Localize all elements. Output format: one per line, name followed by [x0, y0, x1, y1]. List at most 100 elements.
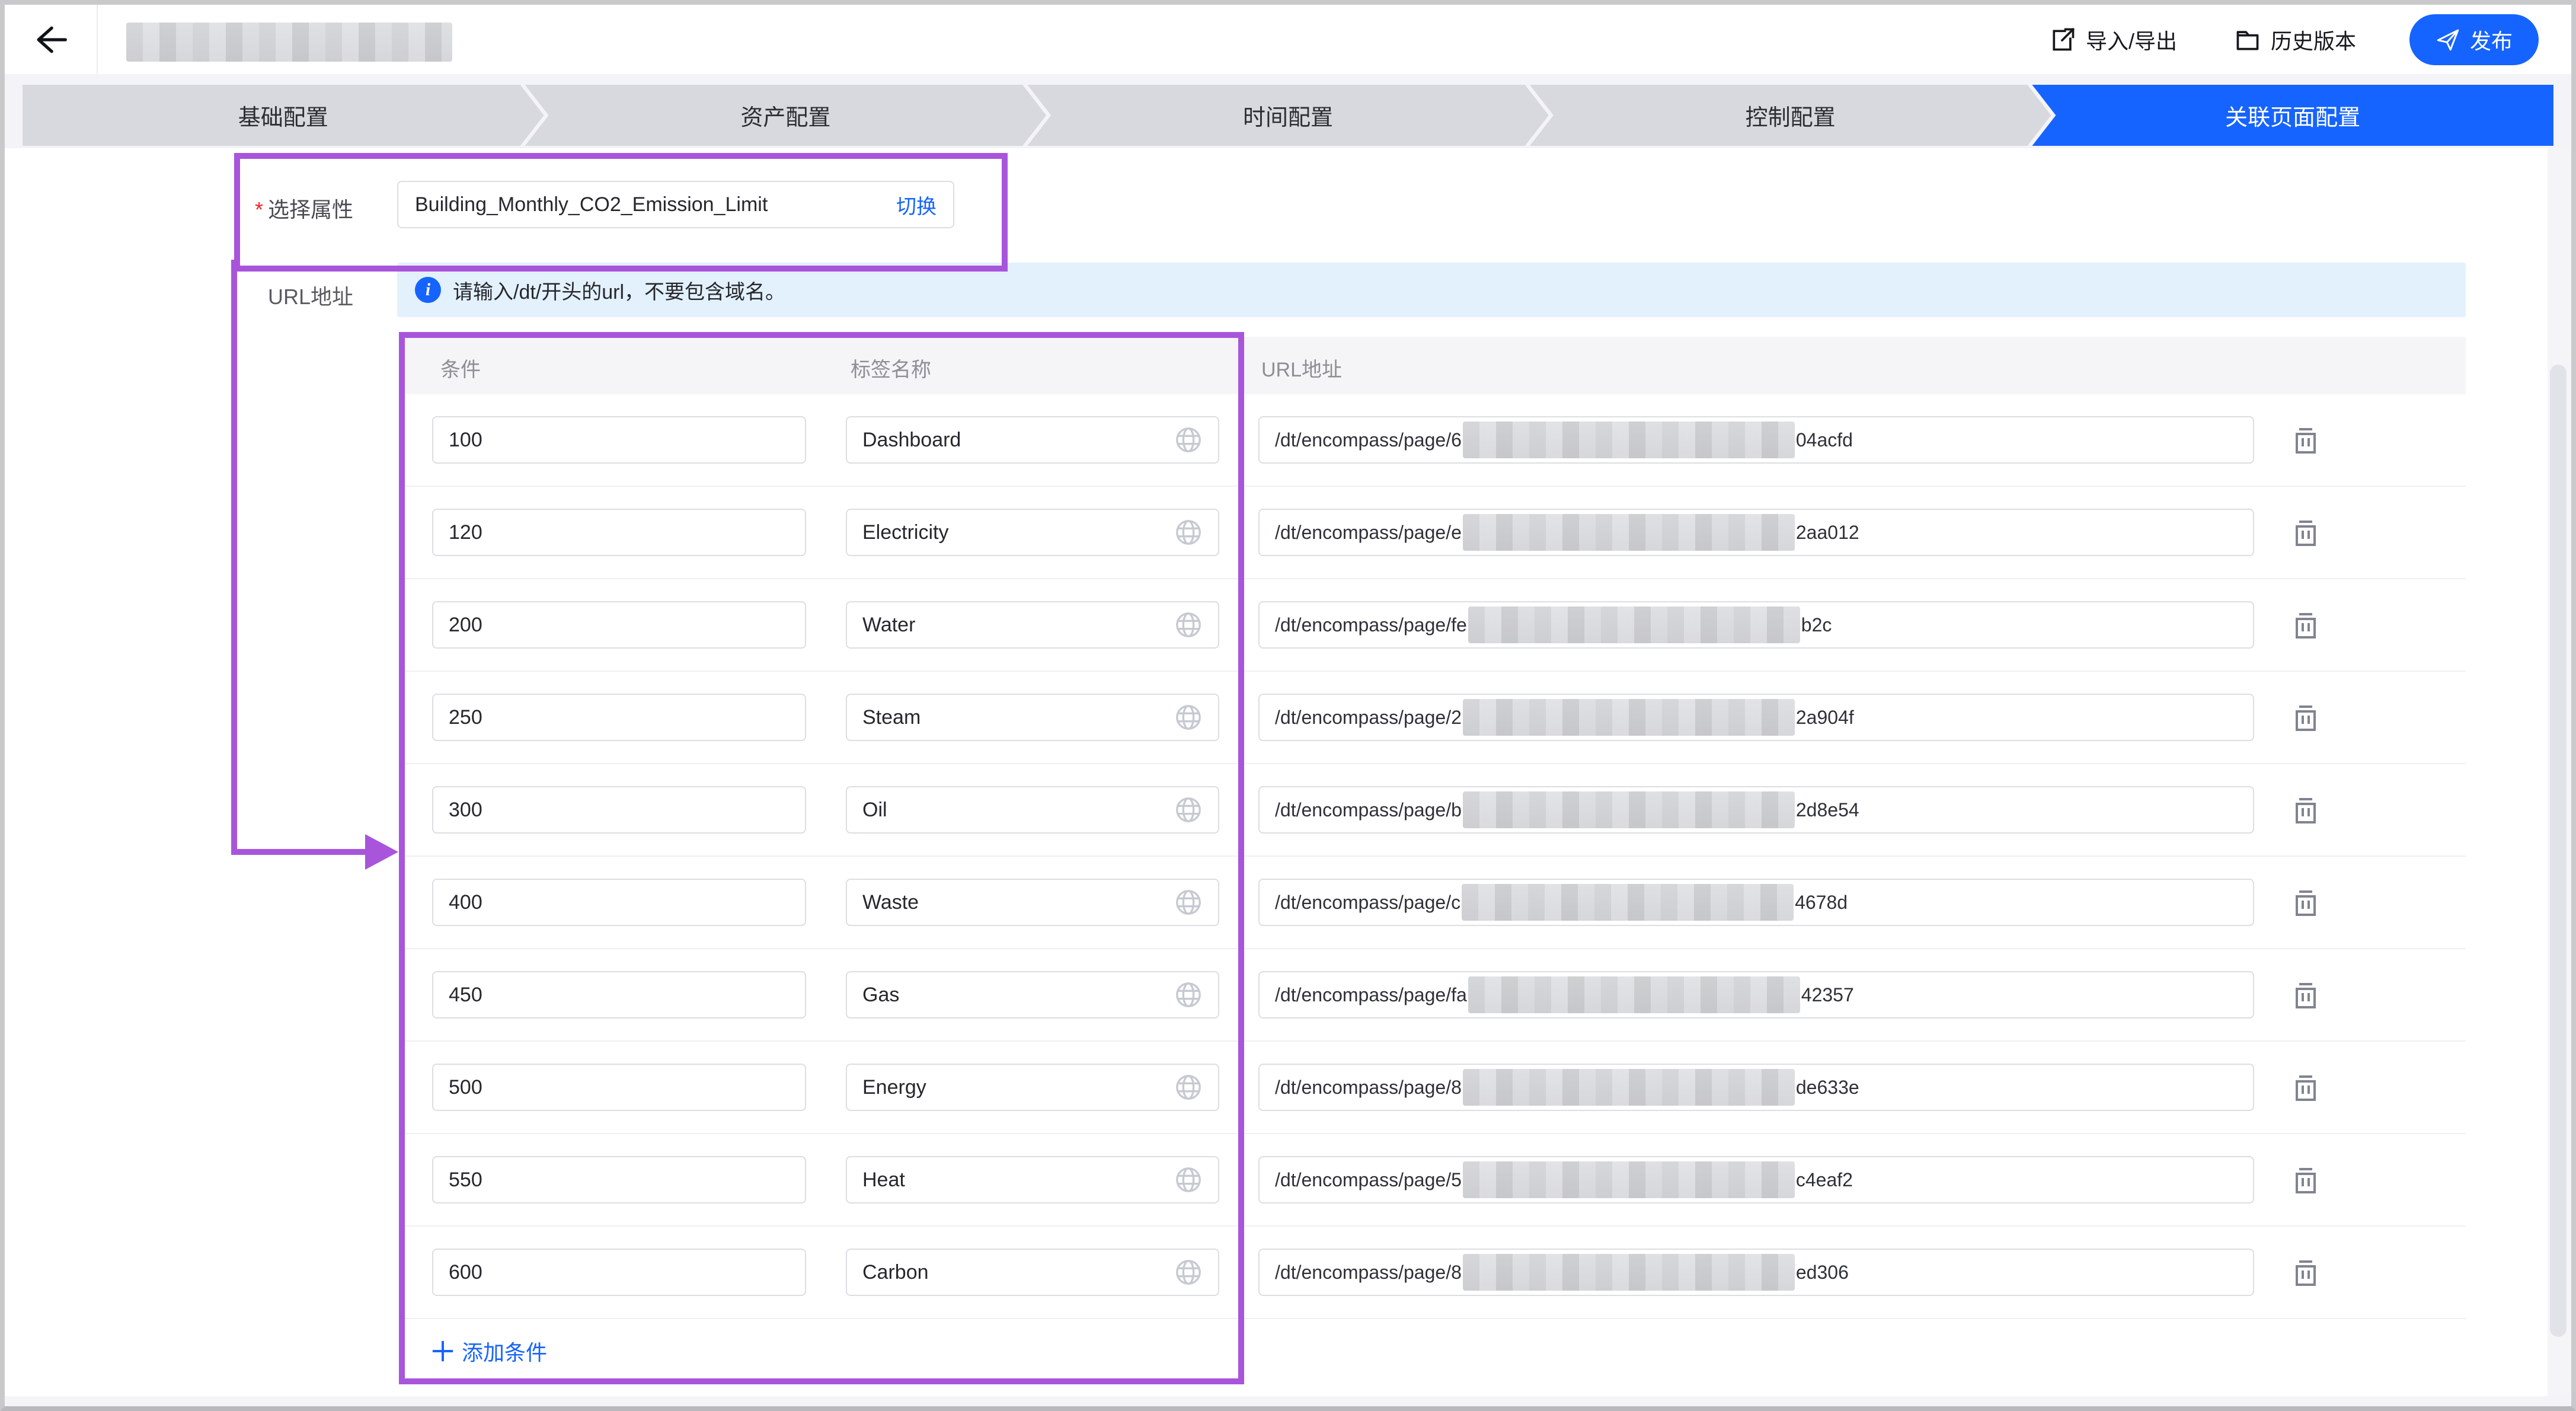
url-suffix: ed306 — [1796, 1262, 1849, 1284]
url-prefix: /dt/encompass/page/6 — [1275, 429, 1462, 451]
label-name-input[interactable]: Steam — [846, 694, 1219, 741]
history-versions-button[interactable]: 历史版本 — [2230, 24, 2360, 56]
globe-icon — [1174, 703, 1203, 732]
url-input[interactable]: /dt/encompass/page/b 2d8e54 — [1258, 786, 2254, 834]
condition-input[interactable]: 200 — [432, 601, 806, 649]
attribute-value: Building_Monthly_CO2_Emission_Limit — [415, 193, 768, 216]
delete-row-button[interactable] — [2290, 609, 2322, 643]
condition-input[interactable]: 500 — [432, 1064, 806, 1111]
label-name-input[interactable]: Gas — [846, 971, 1219, 1019]
url-prefix: /dt/encompass/page/b — [1275, 799, 1462, 821]
trash-icon — [2291, 1072, 2321, 1104]
condition-value: 500 — [449, 1076, 482, 1099]
import-export-label: 导入/导出 — [2086, 24, 2177, 55]
table-row: 200 Water /dt/encompass/page/fe b2c — [399, 579, 2466, 672]
redacted-url-segment — [1463, 422, 1795, 458]
url-prefix: /dt/encompass/page/5 — [1275, 1169, 1462, 1191]
tab-asset-config[interactable]: 资产配置 — [525, 85, 1047, 146]
trash-icon — [2291, 1165, 2321, 1197]
condition-value: 120 — [449, 521, 482, 544]
url-input[interactable]: /dt/encompass/page/fa 42357 — [1258, 971, 2254, 1019]
required-marker: * — [255, 197, 263, 222]
label-name-input[interactable]: Water — [846, 601, 1219, 649]
condition-input[interactable]: 300 — [432, 786, 806, 834]
label-value: Waste — [862, 891, 919, 914]
import-export-button[interactable]: 导入/导出 — [2046, 24, 2181, 56]
condition-input[interactable]: 120 — [432, 509, 806, 556]
tab-basic-config[interactable]: 基础配置 — [23, 85, 544, 146]
url-input[interactable]: /dt/encompass/page/e 2aa012 — [1258, 509, 2254, 556]
label-value: Oil — [862, 799, 887, 822]
delete-row-button[interactable] — [2290, 1256, 2322, 1291]
label-name-input[interactable]: Oil — [846, 786, 1219, 834]
redacted-url-segment — [1463, 1161, 1795, 1198]
label-name-input[interactable]: Dashboard — [846, 416, 1219, 464]
switch-attribute-link[interactable]: 切换 — [896, 190, 937, 219]
label-name-input[interactable]: Electricity — [846, 509, 1219, 556]
tab-time-config[interactable]: 时间配置 — [1027, 85, 1549, 146]
add-condition-button[interactable]: 添加条件 — [432, 1336, 547, 1367]
header-condition: 条件 — [440, 353, 481, 382]
add-condition-label: 添加条件 — [462, 1336, 547, 1367]
plus-icon — [432, 1340, 453, 1362]
delete-row-button[interactable] — [2290, 1164, 2322, 1198]
trash-icon — [2291, 703, 2321, 735]
tab-label: 时间配置 — [1243, 99, 1333, 132]
redacted-url-segment — [1463, 791, 1795, 828]
url-input[interactable]: /dt/encompass/page/5 c4eaf2 — [1258, 1156, 2254, 1204]
table-row: 300 Oil /dt/encompass/page/b 2d8e54 — [399, 764, 2466, 857]
publish-button[interactable]: 发布 — [2409, 14, 2539, 65]
condition-input[interactable]: 450 — [432, 971, 806, 1019]
condition-input[interactable]: 100 — [432, 416, 806, 464]
tab-control-config[interactable]: 控制配置 — [1530, 85, 2051, 146]
label-value: Dashboard — [862, 429, 961, 452]
trash-icon — [2291, 888, 2321, 920]
delete-row-button[interactable] — [2290, 979, 2322, 1013]
label-name-input[interactable]: Heat — [846, 1156, 1219, 1204]
table-row: 400 Waste /dt/encompass/page/c 4678d — [399, 857, 2466, 949]
url-input[interactable]: /dt/encompass/page/fe b2c — [1258, 601, 2254, 649]
url-prefix: /dt/encompass/page/e — [1275, 522, 1462, 544]
url-suffix: 2aa012 — [1796, 522, 1859, 544]
condition-value: 600 — [449, 1261, 482, 1284]
condition-input[interactable]: 600 — [432, 1249, 806, 1296]
url-input[interactable]: /dt/encompass/page/2 2a904f — [1258, 694, 2254, 741]
url-input[interactable]: /dt/encompass/page/6 04acfd — [1258, 416, 2254, 464]
globe-icon — [1174, 1166, 1203, 1194]
scrollbar-thumb[interactable] — [2550, 365, 2567, 1337]
redacted-url-segment — [1462, 884, 1794, 921]
label-name-input[interactable]: Waste — [846, 879, 1219, 926]
delete-row-button[interactable] — [2290, 886, 2322, 921]
condition-value: 450 — [449, 984, 482, 1007]
send-icon — [2436, 27, 2460, 52]
label-name-input[interactable]: Energy — [846, 1064, 1219, 1111]
delete-row-button[interactable] — [2290, 516, 2322, 551]
url-input[interactable]: /dt/encompass/page/8 ed306 — [1258, 1249, 2254, 1296]
redacted-page-title — [126, 23, 452, 62]
tab-linked-page-config[interactable]: 关联页面配置 — [2032, 85, 2553, 146]
back-button[interactable] — [5, 5, 98, 74]
label-value: Steam — [862, 706, 921, 729]
delete-row-button[interactable] — [2290, 424, 2322, 458]
condition-input[interactable]: 550 — [432, 1156, 806, 1204]
label-name-input[interactable]: Carbon — [846, 1249, 1219, 1296]
attribute-field-label: *选择属性 — [178, 193, 353, 224]
url-input[interactable]: /dt/encompass/page/c 4678d — [1258, 879, 2254, 926]
delete-row-button[interactable] — [2290, 701, 2322, 736]
condition-input[interactable]: 400 — [432, 879, 806, 926]
condition-input[interactable]: 250 — [432, 694, 806, 741]
url-hint-text: 请输入/dt/开头的url，不要包含域名。 — [453, 276, 785, 305]
delete-row-button[interactable] — [2290, 1071, 2322, 1106]
label-value: Heat — [862, 1169, 905, 1192]
url-input[interactable]: /dt/encompass/page/8 de633e — [1258, 1064, 2254, 1111]
redacted-url-segment — [1468, 606, 1800, 643]
attribute-input[interactable]: Building_Monthly_CO2_Emission_Limit 切换 — [397, 181, 954, 228]
delete-row-button[interactable] — [2290, 794, 2322, 828]
attribute-label-text: 选择属性 — [268, 197, 353, 222]
step-tabs: 基础配置 资产配置 时间配置 控制配置 关联页面配置 — [23, 85, 2553, 146]
condition-value: 200 — [449, 614, 482, 637]
trash-icon — [2291, 610, 2321, 642]
url-suffix: 2d8e54 — [1796, 799, 1859, 821]
url-suffix: c4eaf2 — [1796, 1169, 1853, 1191]
url-prefix: /dt/encompass/page/fe — [1275, 614, 1467, 636]
